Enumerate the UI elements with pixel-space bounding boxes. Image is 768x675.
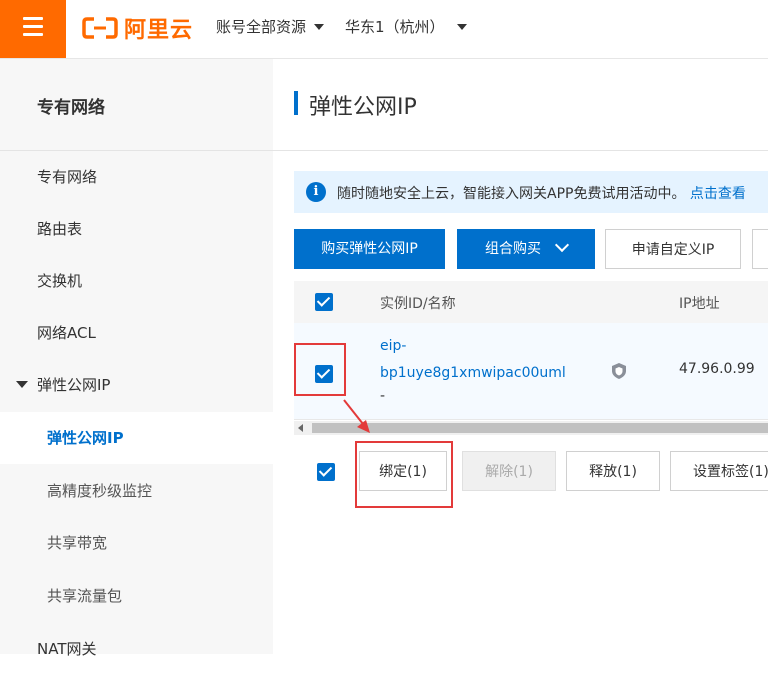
hamburger-menu-button[interactable] bbox=[0, 0, 66, 58]
column-header-ip: IP地址 bbox=[679, 296, 720, 312]
sidebar-item-vswitch[interactable]: 交换机 bbox=[0, 255, 273, 307]
sidebar-item-label: 交换机 bbox=[37, 272, 83, 290]
chevron-down-icon bbox=[554, 237, 570, 253]
sidebar-item-network-acl[interactable]: 网络ACL bbox=[0, 307, 273, 359]
buy-eip-label: 购买弹性公网IP bbox=[321, 241, 418, 257]
bind-label: 绑定(1) bbox=[379, 464, 427, 480]
select-all-checkbox[interactable] bbox=[315, 293, 333, 311]
expand-triangle-icon bbox=[16, 381, 28, 388]
page-title: 弹性公网IP bbox=[309, 95, 417, 120]
scroll-left-arrow-icon[interactable] bbox=[298, 424, 303, 432]
region-dropdown-label: 华东1（杭州） bbox=[345, 18, 445, 36]
aliyun-logo[interactable]: 阿里云 bbox=[82, 12, 193, 44]
title-accent-bar bbox=[294, 91, 298, 115]
sidebar-item-label: 高精度秒级监控 bbox=[47, 482, 153, 500]
sidebar-item-vpc[interactable]: 专有网络 bbox=[0, 151, 273, 203]
shield-icon bbox=[612, 363, 626, 379]
title-divider bbox=[273, 150, 768, 151]
sidebar: 专有网络 专有网络 路由表 交换机 网络ACL 弹性公网IP 弹性公网IP 高精… bbox=[0, 59, 273, 658]
release-label: 释放(1) bbox=[589, 464, 637, 480]
combo-purchase-label: 组合购买 bbox=[485, 241, 541, 257]
row-checkbox[interactable] bbox=[315, 365, 333, 383]
promo-notice: i 随时随地安全上云，智能接入网关APP免费试用活动中。 点击查看 bbox=[294, 171, 768, 213]
sidebar-item-label: 共享带宽 bbox=[47, 534, 108, 552]
unbind-label: 解除(1) bbox=[485, 464, 533, 480]
sidebar-item-label: NAT网关 bbox=[37, 640, 97, 658]
sidebar-item-nat-gateway[interactable]: NAT网关 bbox=[0, 623, 273, 675]
release-button[interactable]: 释放(1) bbox=[566, 451, 660, 491]
account-dropdown-label: 账号全部资源 bbox=[216, 18, 307, 36]
logo-text: 阿里云 bbox=[124, 18, 194, 43]
sidebar-item-label: 弹性公网IP bbox=[47, 429, 124, 447]
notice-text: 随时随地安全上云，智能接入网关APP免费试用活动中。 bbox=[337, 186, 686, 202]
eip-name: - bbox=[380, 388, 386, 404]
sidebar-group-eip[interactable]: 弹性公网IP bbox=[0, 359, 273, 411]
combo-purchase-button[interactable]: 组合购买 bbox=[457, 229, 595, 269]
eip-id-link-line1[interactable]: eip- bbox=[380, 338, 406, 354]
sidebar-item-eip[interactable]: 弹性公网IP bbox=[0, 412, 273, 464]
sidebar-item-label: 路由表 bbox=[37, 220, 83, 238]
top-bar: 阿里云 账号全部资源 华东1（杭州） bbox=[0, 0, 768, 59]
caret-down-icon bbox=[314, 23, 325, 30]
main-content: 弹性公网IP i 随时随地安全上云，智能接入网关APP免费试用活动中。 点击查看… bbox=[273, 59, 768, 654]
sidebar-item-high-precision-monitoring[interactable]: 高精度秒级监控 bbox=[0, 465, 273, 517]
toolbar-overflow-button[interactable] bbox=[752, 229, 768, 269]
sidebar-title: 专有网络 bbox=[37, 98, 105, 118]
scrollbar-thumb[interactable] bbox=[312, 423, 768, 433]
ip-address: 47.96.0.99 bbox=[679, 361, 755, 377]
region-dropdown[interactable]: 华东1（杭州） bbox=[345, 16, 467, 37]
eip-id-link-line2[interactable]: bp1uye8g1xmwipac00uml bbox=[380, 365, 566, 381]
apply-custom-ip-button[interactable]: 申请自定义IP bbox=[605, 229, 741, 269]
sidebar-item-label: 共享流量包 bbox=[47, 587, 123, 605]
column-header-instance: 实例ID/名称 bbox=[380, 296, 456, 312]
account-resources-dropdown[interactable]: 账号全部资源 bbox=[216, 16, 325, 37]
sidebar-item-route-table[interactable]: 路由表 bbox=[0, 203, 273, 255]
bind-button[interactable]: 绑定(1) bbox=[359, 451, 447, 491]
aliyun-logo-icon bbox=[82, 17, 118, 39]
sidebar-item-label: 网络ACL bbox=[37, 324, 96, 342]
caret-down-icon bbox=[456, 23, 467, 30]
notice-link[interactable]: 点击查看 bbox=[690, 186, 746, 202]
notice-text-wrap: 随时随地安全上云，智能接入网关APP免费试用活动中。 点击查看 bbox=[337, 183, 746, 203]
buy-eip-button[interactable]: 购买弹性公网IP bbox=[294, 229, 445, 269]
set-tags-button[interactable]: 设置标签(1) bbox=[670, 451, 768, 491]
table-header: 实例ID/名称 IP地址 bbox=[294, 281, 768, 323]
sidebar-item-shared-data-plan[interactable]: 共享流量包 bbox=[0, 570, 273, 622]
set-tags-label: 设置标签(1) bbox=[693, 464, 768, 480]
apply-custom-ip-label: 申请自定义IP bbox=[631, 242, 715, 258]
batch-select-checkbox[interactable] bbox=[317, 463, 335, 481]
sidebar-group-label: 弹性公网IP bbox=[37, 376, 111, 394]
annotation-arrow-icon bbox=[343, 399, 370, 433]
sidebar-item-label: 专有网络 bbox=[37, 168, 98, 186]
sidebar-item-shared-bandwidth[interactable]: 共享带宽 bbox=[0, 517, 273, 569]
unbind-button: 解除(1) bbox=[462, 451, 556, 491]
info-icon: i bbox=[306, 182, 326, 202]
